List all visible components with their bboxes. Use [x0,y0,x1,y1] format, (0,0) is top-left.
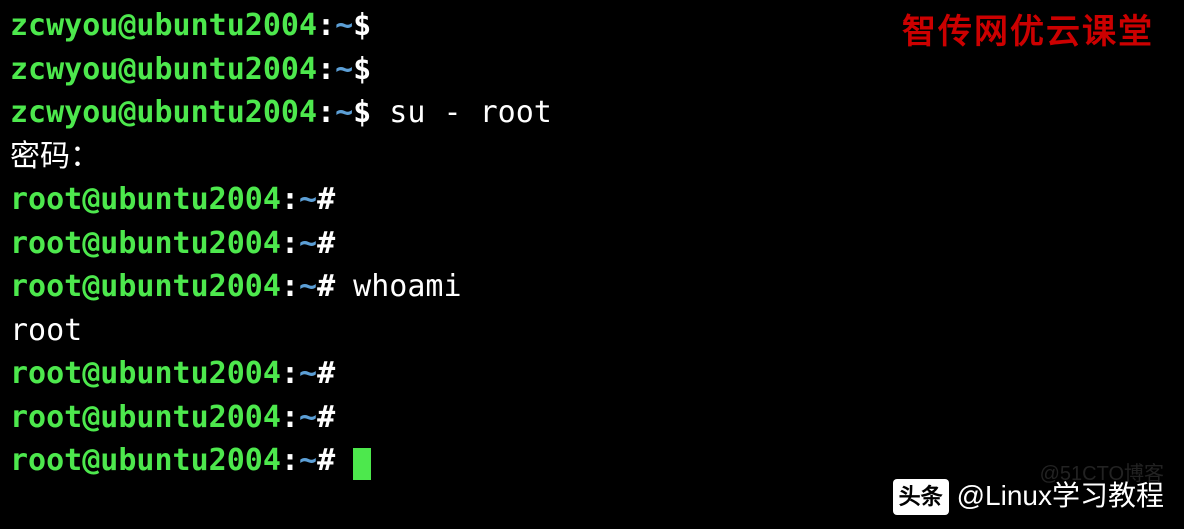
prompt-user: zcwyou@ubuntu2004 [10,95,317,130]
prompt-symbol: # [317,443,335,478]
terminal-area[interactable]: zcwyou@ubuntu2004:~$ zcwyou@ubuntu2004:~… [0,0,1184,487]
prompt-path: ~ [299,226,317,261]
prompt-root: root@ubuntu2004 [10,269,281,304]
command-text [335,443,353,478]
prompt-user: zcwyou@ubuntu2004 [10,52,317,87]
terminal-line: root@ubuntu2004:~# whoami [10,265,1174,309]
prompt-root: root@ubuntu2004 [10,356,281,391]
prompt-symbol: # [317,269,335,304]
prompt-root: root@ubuntu2004 [10,226,281,261]
prompt-path: ~ [335,52,353,87]
prompt-colon: : [281,443,299,478]
terminal-line: zcwyou@ubuntu2004:~$ su - root [10,91,1174,135]
command-text: su - root [371,95,552,130]
prompt-colon: : [281,356,299,391]
terminal-line: root@ubuntu2004:~# [10,352,1174,396]
prompt-root: root@ubuntu2004 [10,443,281,478]
terminal-output: root [10,309,1174,353]
prompt-colon: : [317,8,335,43]
prompt-symbol: # [317,182,335,217]
terminal-output: 密码： [10,135,1174,179]
prompt-colon: : [317,52,335,87]
prompt-path: ~ [299,400,317,435]
prompt-symbol: $ [353,95,371,130]
prompt-colon: : [317,95,335,130]
terminal-line: root@ubuntu2004:~# [10,396,1174,440]
prompt-path: ~ [299,269,317,304]
prompt-colon: : [281,269,299,304]
prompt-colon: : [281,400,299,435]
prompt-path: ~ [335,95,353,130]
prompt-path: ~ [299,356,317,391]
watermark-top-right: 智传网优云课堂 [902,8,1154,57]
prompt-root: root@ubuntu2004 [10,182,281,217]
terminal-line: root@ubuntu2004:~# [10,178,1174,222]
prompt-path: ~ [299,182,317,217]
toutiao-badge: 头条 [893,479,949,515]
prompt-colon: : [281,182,299,217]
prompt-path: ~ [335,8,353,43]
prompt-symbol: # [317,226,335,261]
prompt-user: zcwyou@ubuntu2004 [10,8,317,43]
prompt-symbol: # [317,400,335,435]
prompt-colon: : [281,226,299,261]
watermark-handle: @Linux学习教程 [957,476,1164,517]
prompt-root: root@ubuntu2004 [10,400,281,435]
prompt-symbol: $ [353,52,371,87]
prompt-symbol: $ [353,8,371,43]
command-text: whoami [335,269,461,304]
watermark-bottom: 头条 @Linux学习教程 [893,476,1164,517]
cursor-icon [353,448,371,480]
prompt-path: ~ [299,443,317,478]
prompt-symbol: # [317,356,335,391]
terminal-line: root@ubuntu2004:~# [10,222,1174,266]
